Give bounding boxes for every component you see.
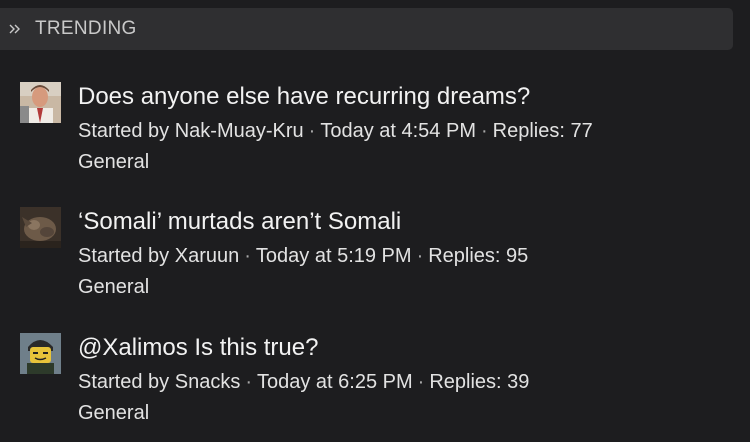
started-by-label: Started by xyxy=(78,120,170,142)
thread-replies: Replies: 77 xyxy=(492,120,593,142)
trending-title: TRENDING xyxy=(35,18,137,39)
thread-meta: Started by Nak-Muay-Kru · Today at 4:54 PM… xyxy=(78,118,593,144)
thread-title[interactable]: @Xalimos Is this true? xyxy=(78,333,318,363)
separator-dot: · xyxy=(244,245,251,267)
thread-forum[interactable]: General xyxy=(78,149,149,175)
thread-time[interactable]: Today at 6:25 PM xyxy=(257,371,413,393)
thread-author[interactable]: Xaruun xyxy=(175,245,240,267)
double-chevron-right-icon xyxy=(8,22,22,36)
thread-meta: Started by Snacks · Today at 6:25 PM · Repli… xyxy=(78,369,529,395)
separator-dot: · xyxy=(416,245,424,267)
thread-replies: Replies: 39 xyxy=(429,371,530,393)
thread-time[interactable]: Today at 5:19 PM xyxy=(256,245,412,267)
separator-dot: · xyxy=(308,120,316,142)
separator-dot: · xyxy=(245,371,252,393)
thread-time[interactable]: Today at 4:54 PM xyxy=(320,120,476,142)
avatar[interactable] xyxy=(20,207,61,248)
started-by-label: Started by xyxy=(78,371,170,393)
thread-forum[interactable]: General xyxy=(78,400,149,426)
separator-dot: · xyxy=(417,371,425,393)
trending-header[interactable]: TRENDING xyxy=(0,8,733,50)
thread-replies: Replies: 95 xyxy=(428,245,529,267)
thread-forum[interactable]: General xyxy=(78,274,149,300)
separator-dot: · xyxy=(480,120,488,142)
avatar[interactable] xyxy=(20,333,61,374)
thread-author[interactable]: Nak-Muay-Kru xyxy=(175,120,304,142)
thread-author[interactable]: Snacks xyxy=(175,371,241,393)
thread-title[interactable]: Does anyone else have recurring dreams? xyxy=(78,82,530,112)
avatar[interactable] xyxy=(20,82,61,123)
thread-title[interactable]: ‘Somali’ murtads aren’t Somali xyxy=(78,207,401,237)
started-by-label: Started by xyxy=(78,245,170,267)
trending-widget: TRENDING Does anyone else have recurring… xyxy=(0,0,750,442)
thread-meta: Started by Xaruun · Today at 5:19 PM · Repli… xyxy=(78,243,528,269)
